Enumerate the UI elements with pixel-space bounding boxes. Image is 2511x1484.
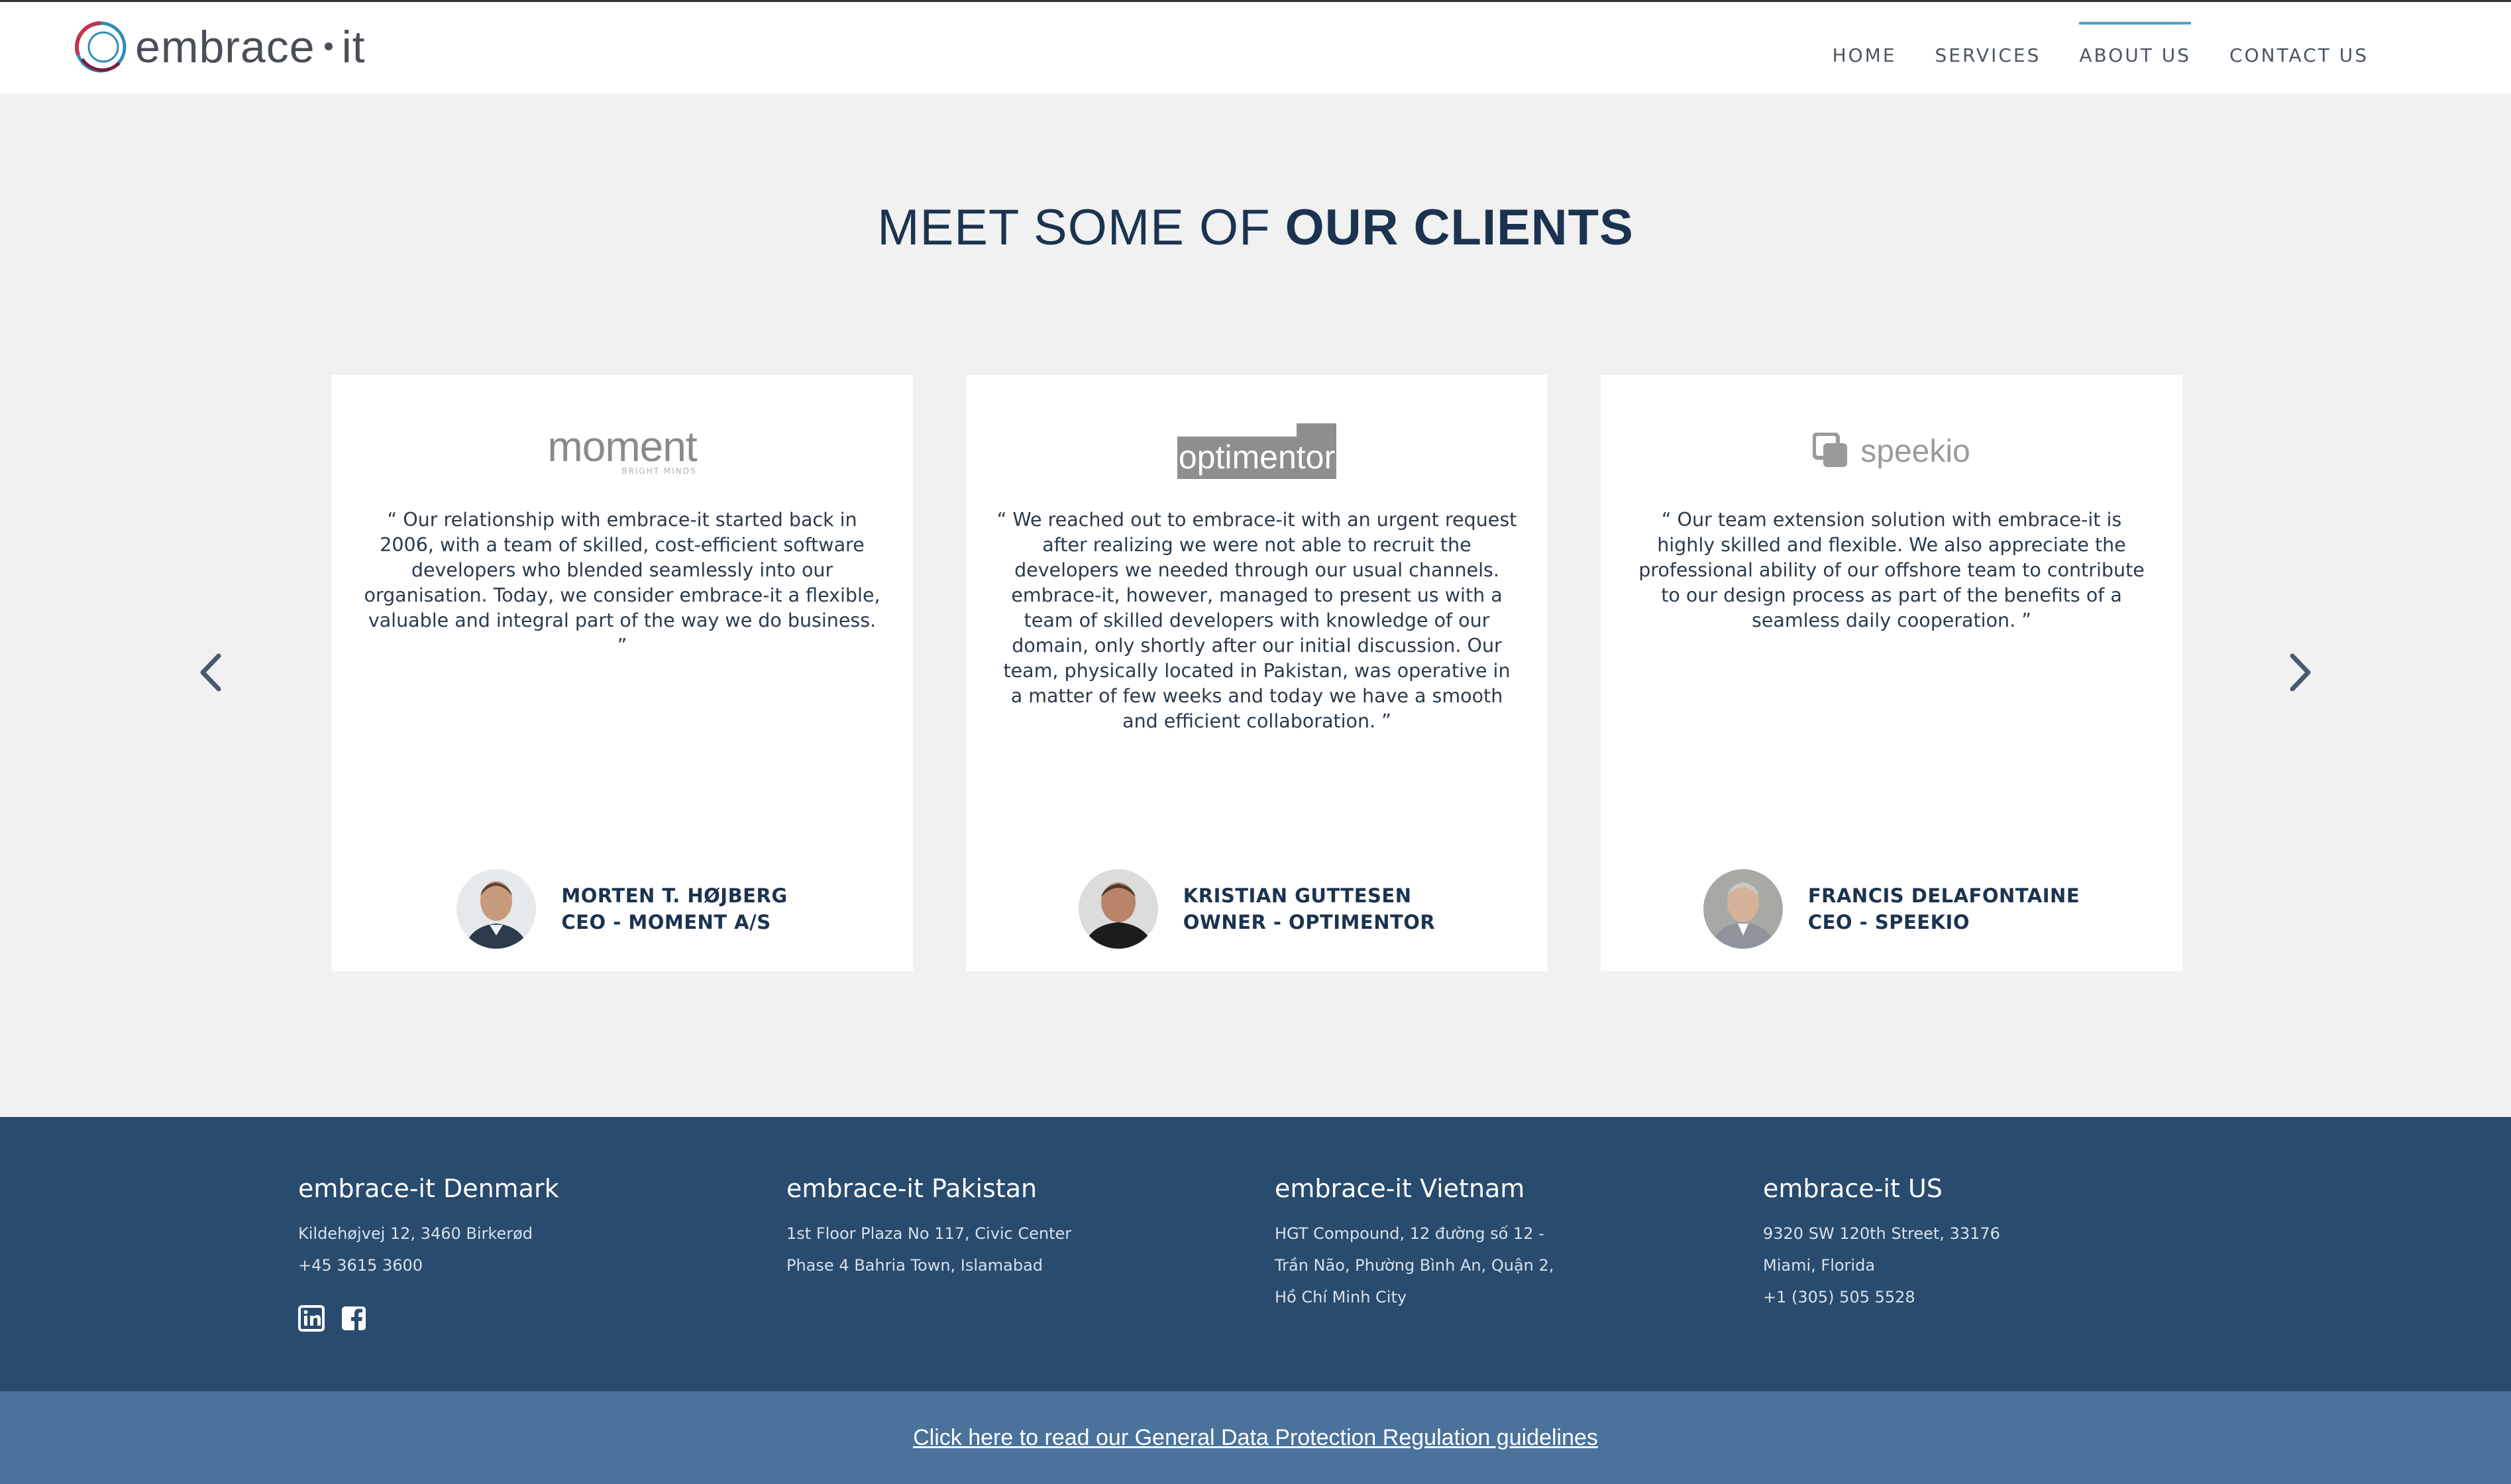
person-name: MORTEN T. HØJBERG [561,884,788,907]
logo-ring-icon [75,21,127,73]
office-denmark: embrace-it Denmark Kildehøjvej 12, 3460 … [298,1174,762,1281]
speekio-logo: speekio [1601,415,2182,488]
office-phone[interactable]: +45 3615 3600 [298,1249,762,1281]
gdpr-link[interactable]: Click here to read our General Data Prot… [913,1425,1598,1451]
site-footer: embrace-it Denmark Kildehøjvej 12, 3460 … [0,1117,2511,1391]
main-nav: HOME SERVICES ABOUT US CONTACT US [1833,2,2369,95]
testimonial-person: FRANCIS DELAFONTAINE CEO - SPEEKIO [1601,869,2182,949]
nav-contact-us[interactable]: CONTACT US [2229,31,2369,66]
site-header: embrace it HOME SERVICES ABOUT US CONTACT… [0,0,2511,93]
person-role: CEO - MOMENT A/S [561,911,771,933]
moment-logo-text: moment [547,423,697,470]
testimonial-quote: “ Our team extension solution with embra… [1638,509,2145,631]
logo-dot [324,42,333,51]
nav-home[interactable]: HOME [1833,31,1897,66]
optimentor-logo-text: optimentor [1179,439,1335,476]
speekio-logo-text: speekio [1860,433,1970,469]
office-name: embrace-it Pakistan [786,1174,1038,1203]
chevron-right-icon[interactable] [2279,649,2319,696]
office-name: embrace-it US [1763,1174,1943,1203]
person-name: KRISTIAN GUTTESEN [1183,884,1412,907]
moment-logo: moment BRIGHT MINDS [331,415,913,488]
nav-about-us[interactable]: ABOUT US [2079,22,2191,66]
testimonial-quote: “ We reached out to embrace-it with an u… [996,509,1517,732]
office-us: embrace-it US 9320 SW 120th Street, 3317… [1763,1174,2227,1313]
office-address: 9320 SW 120th Street, 33176 [1763,1224,2000,1243]
office-address: Hồ Chí Minh City [1275,1288,1407,1306]
section-title: MEET SOME OF OUR CLIENTS [0,199,2511,256]
optimentor-logo-graphic: optimentor [1177,423,1336,479]
office-address: Phase 4 Bahria Town, Islamabad [786,1256,1043,1275]
avatar [456,869,537,949]
testimonial-card: optimentor “ We reached out to embrace-i… [966,375,1548,971]
section-title-light: MEET SOME OF [877,199,1271,256]
facebook-icon[interactable] [341,1305,367,1332]
avatar [1703,869,1783,949]
speekio-mark-icon [1813,433,1848,467]
logo-text-right: it [341,22,366,72]
chevron-left-icon[interactable] [192,649,232,696]
person-name: FRANCIS DELAFONTAINE [1807,884,2080,907]
optimentor-logo: optimentor [966,415,1548,488]
office-pakistan: embrace-it Pakistan 1st Floor Plaza No 1… [786,1174,1250,1281]
gdpr-bar: Click here to read our General Data Prot… [0,1391,2511,1484]
testimonial-card: speekio “ Our team extension solution wi… [1601,375,2182,971]
avatar [1078,869,1158,949]
embrace-it-logo[interactable]: embrace it [73,19,366,75]
office-vietnam: embrace-it Vietnam HGT Compound, 12 đườn… [1275,1174,1738,1313]
testimonial-card: moment BRIGHT MINDS “ Our relationship w… [331,375,913,971]
person-role: CEO - SPEEKIO [1807,911,1970,933]
testimonial-person: MORTEN T. HØJBERG CEO - MOMENT A/S [331,869,913,949]
office-phone[interactable]: +1 (305) 505 5528 [1763,1281,2227,1313]
testimonial-person: KRISTIAN GUTTESEN OWNER - OPTIMENTOR [966,869,1548,949]
person-role: OWNER - OPTIMENTOR [1183,911,1436,933]
office-address: Trần Não, Phường Bình An, Quận 2, [1275,1256,1554,1275]
office-address: HGT Compound, 12 đường số 12 - [1275,1224,1544,1243]
nav-services[interactable]: SERVICES [1935,31,2041,66]
logo-text-left: embrace [135,22,315,72]
social-links [298,1305,367,1332]
office-name: embrace-it Denmark [298,1174,559,1203]
office-address: 1st Floor Plaza No 117, Civic Center [786,1224,1072,1243]
testimonial-quote: “ Our relationship with embrace-it start… [364,509,881,657]
office-name: embrace-it Vietnam [1275,1174,1525,1203]
section-title-bold: OUR CLIENTS [1285,199,1634,256]
office-address: Miami, Florida [1763,1256,1876,1275]
linkedin-icon[interactable] [298,1305,325,1332]
office-address: Kildehøjvej 12, 3460 Birkerød [298,1224,533,1243]
